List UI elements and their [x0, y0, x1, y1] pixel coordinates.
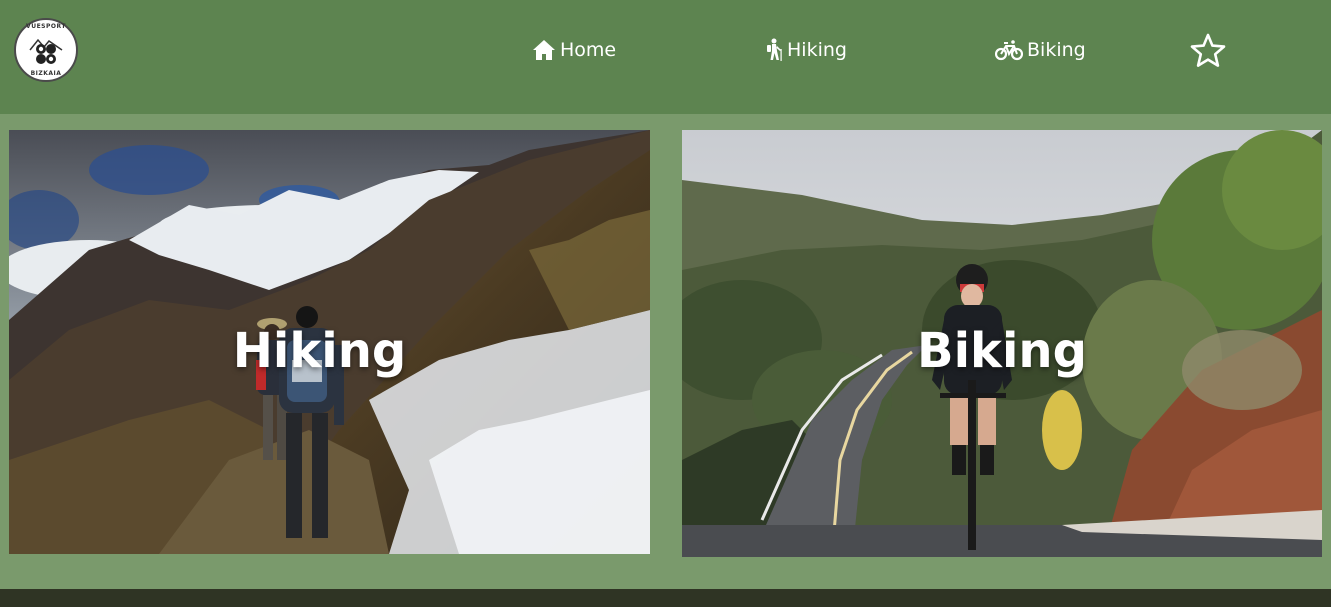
bicycle-icon: [995, 40, 1023, 61]
hiking-card[interactable]: Hiking: [9, 130, 650, 554]
nav-label-biking: Biking: [1027, 39, 1086, 61]
biking-card[interactable]: Biking: [682, 130, 1322, 557]
biking-card-title: Biking: [917, 323, 1087, 379]
home-icon: [533, 40, 555, 60]
nav-link-hiking[interactable]: Hiking: [765, 36, 847, 64]
favorites-button[interactable]: [1189, 32, 1227, 70]
nav-label-hiking: Hiking: [787, 39, 847, 61]
site-logo[interactable]: VUESPORT BIZKAIA: [14, 18, 78, 82]
nav-label-home: Home: [560, 39, 617, 61]
nav-link-home[interactable]: Home: [532, 36, 616, 64]
logo-text-bottom: BIZKAIA: [30, 70, 62, 77]
hiking-card-title: Hiking: [232, 323, 407, 379]
nav-link-biking[interactable]: Biking: [995, 36, 1086, 64]
hiker-icon: [767, 38, 782, 61]
star-icon: [1190, 33, 1226, 67]
top-navigation-bar: VUESPORT BIZKAIA Home Hiking Biking: [0, 0, 1331, 114]
footer-bar: [0, 589, 1331, 607]
